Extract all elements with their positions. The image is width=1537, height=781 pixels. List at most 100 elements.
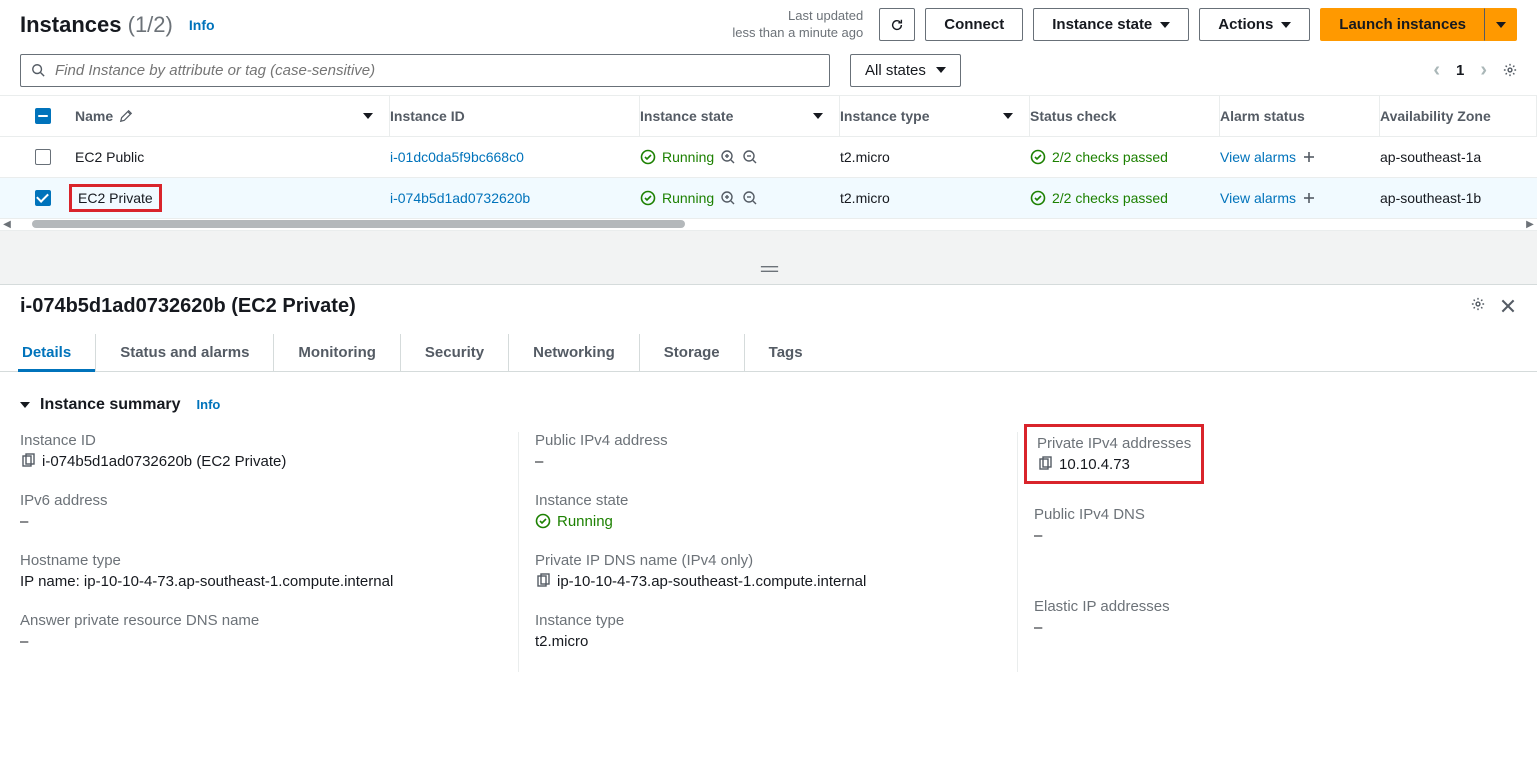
caret-down-icon — [1496, 22, 1506, 28]
status-text: 2/2 checks passed — [1052, 190, 1168, 206]
sort-icon[interactable] — [1003, 113, 1013, 119]
label-instance-id: Instance ID — [20, 432, 488, 449]
info-link[interactable]: Info — [197, 397, 221, 412]
caret-down-icon — [1281, 22, 1291, 28]
instance-table: Name Instance ID Instance state Instance… — [0, 95, 1537, 231]
value-private-dns: ip-10-10-4-73.ap-southeast-1.compute.int… — [557, 573, 866, 590]
page-title: Instances (1/2) — [20, 12, 173, 38]
label-ipv6: IPv6 address — [20, 492, 488, 509]
status-ok-icon — [1030, 149, 1046, 165]
value-elastic-ip: – — [1034, 619, 1487, 636]
tab-details[interactable]: Details — [20, 334, 96, 371]
status-ok-icon — [535, 513, 551, 529]
label-elastic-ip: Elastic IP addresses — [1034, 598, 1487, 615]
table-row[interactable]: EC2 Public i-01dc0da5f9bc668c0 Running t… — [0, 137, 1537, 178]
tab-tags[interactable]: Tags — [745, 334, 827, 371]
tab-networking[interactable]: Networking — [509, 334, 640, 371]
summary-col-1: Instance ID i-074b5d1ad0732620b (EC2 Pri… — [20, 432, 519, 672]
launch-split-button: Launch instances — [1320, 8, 1517, 41]
instance-type: t2.micro — [840, 149, 890, 165]
info-link[interactable]: Info — [189, 17, 215, 33]
filter-row: All states ‹ 1 › — [0, 54, 1537, 95]
tab-security[interactable]: Security — [401, 334, 509, 371]
copy-icon[interactable] — [1037, 456, 1053, 472]
zoom-in-icon[interactable] — [720, 149, 736, 165]
title-text: Instances — [20, 12, 122, 37]
value-answer-dns: – — [20, 633, 488, 650]
value-public-ipv4: – — [535, 453, 987, 470]
label-answer-dns: Answer private resource DNS name — [20, 612, 488, 629]
highlighted-name: EC2 Private — [69, 184, 162, 212]
instance-summary: Instance summary Info Instance ID i-074b… — [0, 372, 1537, 696]
gear-icon[interactable] — [1471, 297, 1485, 311]
search-icon — [31, 63, 45, 77]
label-hostname-type: Hostname type — [20, 552, 488, 569]
tab-storage[interactable]: Storage — [640, 334, 745, 371]
zoom-out-icon[interactable] — [742, 149, 758, 165]
collapse-icon[interactable] — [20, 402, 30, 408]
title-count: (1/2) — [128, 12, 173, 37]
horizontal-scrollbar[interactable]: ◀ ▶ — [0, 219, 1537, 231]
select-all-checkbox[interactable] — [35, 108, 51, 124]
zoom-out-icon[interactable] — [742, 190, 758, 206]
value-ipv6: – — [20, 513, 488, 530]
drag-handle-icon[interactable]: == — [760, 259, 777, 280]
label-private-ipv4: Private IPv4 addresses — [1037, 435, 1191, 452]
header: Instances (1/2) Info Last updated less t… — [0, 0, 1537, 54]
sort-icon[interactable] — [363, 113, 373, 119]
caret-down-icon — [1160, 22, 1170, 28]
next-page-icon[interactable]: › — [1480, 59, 1487, 82]
instance-id-link[interactable]: i-074b5d1ad0732620b — [390, 190, 530, 206]
summary-col-2: Public IPv4 address – Instance state Run… — [519, 432, 1018, 672]
status-text: 2/2 checks passed — [1052, 149, 1168, 165]
table-row[interactable]: EC2 Private i-074b5d1ad0732620b Running … — [0, 178, 1537, 219]
state-filter[interactable]: All states — [850, 54, 961, 87]
pencil-icon[interactable] — [119, 109, 133, 123]
status-ok-icon — [640, 190, 656, 206]
refresh-button[interactable] — [879, 8, 915, 41]
value-instance-id: i-074b5d1ad0732620b (EC2 Private) — [42, 453, 286, 470]
tab-status[interactable]: Status and alarms — [96, 334, 274, 371]
instance-type: t2.micro — [840, 190, 890, 206]
prev-page-icon[interactable]: ‹ — [1433, 59, 1440, 82]
row-checkbox[interactable] — [35, 149, 51, 165]
launch-dropdown-button[interactable] — [1485, 8, 1517, 41]
last-updated: Last updated less than a minute ago — [732, 8, 863, 42]
connect-button[interactable]: Connect — [925, 8, 1023, 41]
close-icon[interactable] — [1499, 297, 1517, 315]
pane-separator: == — [0, 231, 1537, 285]
state-text: Running — [662, 149, 714, 165]
actions-button[interactable]: Actions — [1199, 8, 1310, 41]
row-checkbox[interactable] — [35, 190, 51, 206]
copy-icon[interactable] — [535, 573, 551, 589]
gear-icon[interactable] — [1503, 63, 1517, 77]
value-private-ipv4: 10.10.4.73 — [1059, 456, 1130, 473]
copy-icon[interactable] — [20, 453, 36, 469]
tab-monitoring[interactable]: Monitoring — [274, 334, 400, 371]
label-instance-type: Instance type — [535, 612, 987, 629]
value-instance-type: t2.micro — [535, 633, 987, 650]
value-instance-state: Running — [557, 513, 613, 530]
page-number: 1 — [1456, 62, 1464, 79]
label-private-dns: Private IP DNS name (IPv4 only) — [535, 552, 987, 569]
plus-icon[interactable] — [1302, 191, 1316, 205]
label-instance-state: Instance state — [535, 492, 987, 509]
view-alarms-link[interactable]: View alarms — [1220, 190, 1296, 206]
instance-state-button[interactable]: Instance state — [1033, 8, 1189, 41]
launch-button[interactable]: Launch instances — [1320, 8, 1485, 41]
value-hostname-type: IP name: ip-10-10-4-73.ap-southeast-1.co… — [20, 573, 488, 590]
sort-icon[interactable] — [813, 113, 823, 119]
caret-down-icon — [936, 67, 946, 73]
view-alarms-link[interactable]: View alarms — [1220, 149, 1296, 165]
detail-tabs: Details Status and alarms Monitoring Sec… — [0, 334, 1537, 372]
table-header: Name Instance ID Instance state Instance… — [0, 96, 1537, 137]
zoom-in-icon[interactable] — [720, 190, 736, 206]
refresh-icon — [890, 18, 904, 32]
value-public-dns: – — [1034, 527, 1487, 544]
search-input[interactable] — [55, 62, 819, 79]
state-text: Running — [662, 190, 714, 206]
az-text: ap-southeast-1a — [1380, 149, 1481, 165]
instance-id-link[interactable]: i-01dc0da5f9bc668c0 — [390, 149, 524, 165]
plus-icon[interactable] — [1302, 150, 1316, 164]
summary-col-3: Private IPv4 addresses 10.10.4.73 Public… — [1018, 432, 1517, 672]
